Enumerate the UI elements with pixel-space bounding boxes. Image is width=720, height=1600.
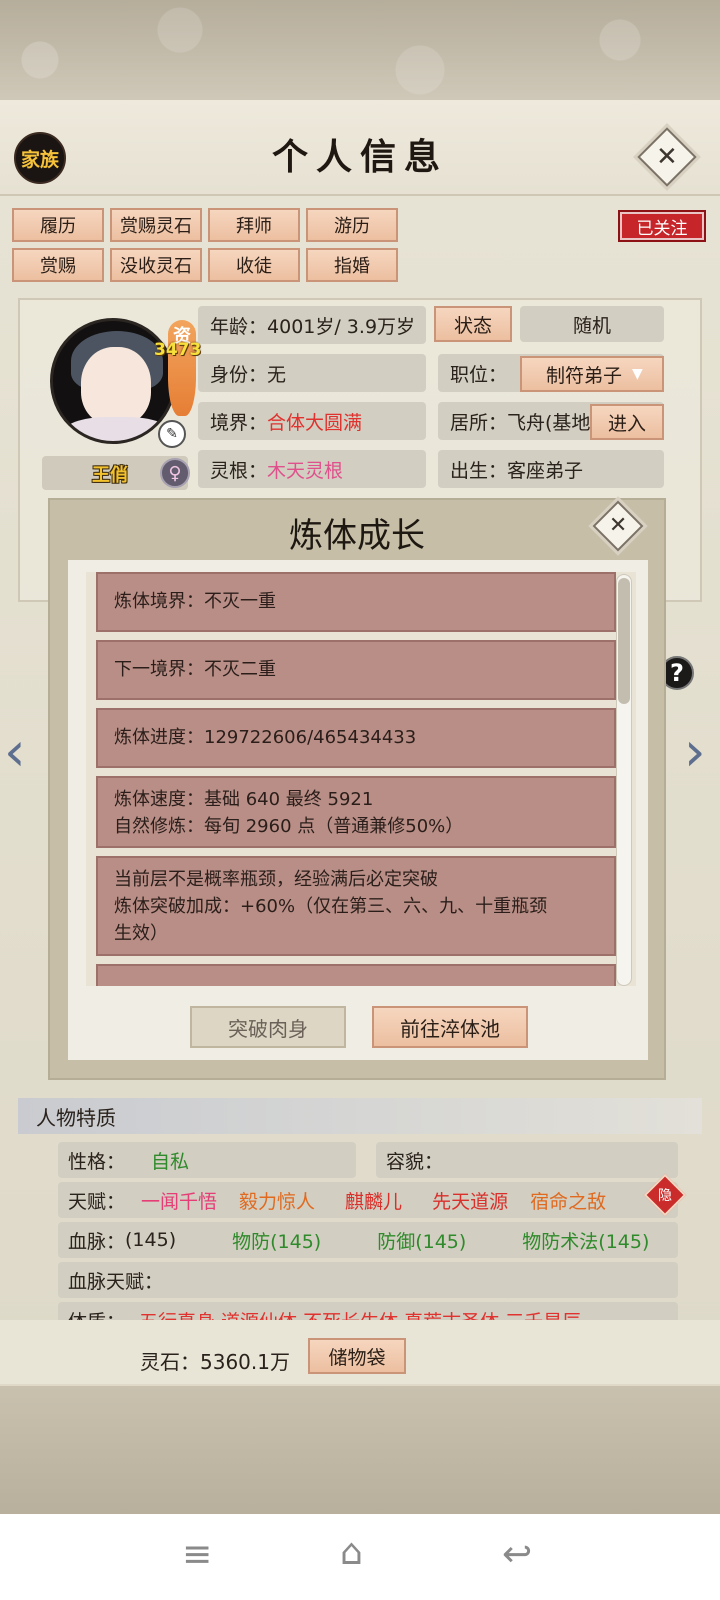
residence-value: 飞舟(基地 <box>507 411 591 434</box>
random-button[interactable]: 随机 <box>520 306 664 342</box>
reward-stones-button[interactable]: 赏赐灵石 <box>110 208 202 242</box>
age-value: 4001岁/ 3.9万岁 <box>267 315 416 338</box>
menu-icon[interactable]: ≡ <box>182 1534 212 1575</box>
become-disciple-button[interactable]: 拜师 <box>208 208 300 242</box>
birth-label: 出生： <box>450 459 508 482</box>
physique-values: 五行真身 道源仙体 不死长生体 真荒古圣体 三千星辰 <box>139 1307 581 1321</box>
reward-button[interactable]: 赏赐 <box>12 248 104 282</box>
avatar[interactable] <box>50 318 176 444</box>
break-body-button[interactable]: 突破肉身 <box>190 1006 346 1048</box>
take-disciple-button[interactable]: 收徒 <box>208 248 300 282</box>
physique-row-clip: 体质： 五行真身 道源仙体 不死长生体 真荒古圣体 三千星辰 <box>58 1302 678 1320</box>
talent-row: 天赋： 一闻千悟 毅力惊人 麒麟儿 先天道源 宿命之敌 <box>58 1182 678 1218</box>
residence-label: 居所： <box>450 411 508 434</box>
bloodline-talent-label: 血脉天赋： <box>68 1270 164 1293</box>
personality-label: 性格： <box>68 1150 126 1173</box>
aptitude-value: 3473 <box>154 340 202 360</box>
prev-character-arrow[interactable]: ‹ <box>4 720 26 783</box>
traits-header: 人物特质 <box>18 1098 702 1134</box>
back-icon[interactable]: ↩ <box>502 1534 532 1575</box>
confiscate-stones-button[interactable]: 没收灵石 <box>110 248 202 282</box>
realm-label: 境界： <box>210 411 268 434</box>
followed-badge[interactable]: 已关注 <box>618 210 706 242</box>
spirit-root-row: 灵根： 木天灵根 <box>198 450 426 488</box>
talent-item[interactable]: 一闻千悟 <box>141 1187 217 1214</box>
travel-button[interactable]: 游历 <box>306 208 398 242</box>
personality-row: 性格： 自私 <box>58 1142 356 1178</box>
physique-label: 体质： <box>68 1307 125 1321</box>
talent-item[interactable]: 毅力惊人 <box>239 1187 315 1214</box>
scrollbar-thumb[interactable] <box>618 578 630 704</box>
bloodline-row: 血脉： (145) 物防(145) 防御(145) 物防术法(145) <box>58 1222 678 1258</box>
page-title: 个人信息 <box>271 136 448 178</box>
talent-item[interactable]: 宿命之敌 <box>530 1187 606 1214</box>
bloodline-item[interactable]: 物防(145) <box>232 1227 321 1254</box>
birth-row: 出生： 客座弟子 <box>438 450 664 488</box>
talent-item[interactable]: 先天道源 <box>432 1187 508 1214</box>
bloodline-label: 血脉： <box>68 1230 126 1253</box>
birth-value: 客座弟子 <box>507 459 584 482</box>
realm-value: 合体大圆满 <box>267 411 363 434</box>
avatar-face <box>81 347 151 425</box>
looks-label: 容貌： <box>386 1150 444 1173</box>
spirit-stones-label: 灵石：5360.1万 <box>140 1350 290 1374</box>
list-item: 炼体进度：129722606/465434433 <box>96 708 616 768</box>
list-item: 下一境界：不灭二重 <box>96 640 616 700</box>
refining-info-list[interactable]: 炼体境界：不灭一重 下一境界：不灭二重 炼体进度：129722606/46543… <box>86 572 636 986</box>
realm-row: 境界： 合体大圆满 <box>198 402 426 440</box>
position-dropdown[interactable]: 制符弟子 ▼ <box>520 356 664 392</box>
bloodline-item[interactable]: 物防术法(145) <box>522 1227 649 1254</box>
personality-value: 自私 <box>151 1150 190 1173</box>
status-button[interactable]: 状态 <box>434 306 512 342</box>
spirit-root-label: 灵根： <box>210 459 268 482</box>
physique-row: 体质： 五行真身 道源仙体 不死长生体 真荒古圣体 三千星辰 <box>58 1302 678 1320</box>
list-item <box>96 964 616 986</box>
close-icon: ✕ <box>656 141 678 172</box>
aptitude-badge: 资 <box>168 320 196 416</box>
modal-title: 炼体成长 <box>289 516 425 556</box>
position-label: 职位： <box>450 363 508 386</box>
top-decoration <box>0 0 720 100</box>
spirit-root-value: 木天灵根 <box>267 459 344 482</box>
edit-icon[interactable]: ✎ <box>158 420 186 448</box>
bloodline-talent-row: 血脉天赋： <box>58 1262 678 1298</box>
avatar-body <box>63 417 171 441</box>
storage-bag-button[interactable]: 储物袋 <box>308 1338 406 1374</box>
enter-button[interactable]: 进入 <box>590 404 664 440</box>
next-character-arrow[interactable]: › <box>684 720 706 783</box>
age-label: 年龄： <box>210 315 268 338</box>
bottom-decoration <box>0 1386 720 1514</box>
chevron-down-icon: ▼ <box>632 366 643 382</box>
list-item: 当前层不是概率瓶颈，经验满后必定突破 炼体突破加成：+60%（仅在第三、六、九、… <box>96 856 616 956</box>
position-value: 制符弟子 <box>546 364 623 387</box>
list-item: 炼体境界：不灭一重 <box>96 572 616 632</box>
identity-value: 无 <box>267 363 287 386</box>
bloodline-item[interactable]: 防御(145) <box>377 1227 466 1254</box>
list-item: 炼体速度：基础 640 最终 5921 自然修炼：每旬 2960 点（普通兼修5… <box>96 776 616 848</box>
close-icon: ✕ <box>608 513 628 538</box>
character-name: 王俏 <box>92 465 128 486</box>
identity-label: 身份： <box>210 363 268 386</box>
history-button[interactable]: 履历 <box>12 208 104 242</box>
talent-label: 天赋： <box>68 1190 126 1213</box>
close-button[interactable]: ✕ <box>637 127 697 187</box>
bloodline-item[interactable]: (145) <box>125 1229 176 1251</box>
identity-row: 身份：无 <box>198 354 426 392</box>
modal-close-button[interactable]: ✕ <box>592 500 644 552</box>
looks-row: 容貌： <box>376 1142 678 1178</box>
home-icon[interactable]: ⌂ <box>340 1532 363 1573</box>
talent-item[interactable]: 麒麟儿 <box>345 1187 402 1214</box>
go-tempering-pool-button[interactable]: 前往淬体池 <box>372 1006 528 1048</box>
arrange-marriage-button[interactable]: 指婚 <box>306 248 398 282</box>
female-icon: ♀ <box>160 458 190 488</box>
age-row: 年龄： 4001岁/ 3.9万岁 <box>198 306 426 344</box>
